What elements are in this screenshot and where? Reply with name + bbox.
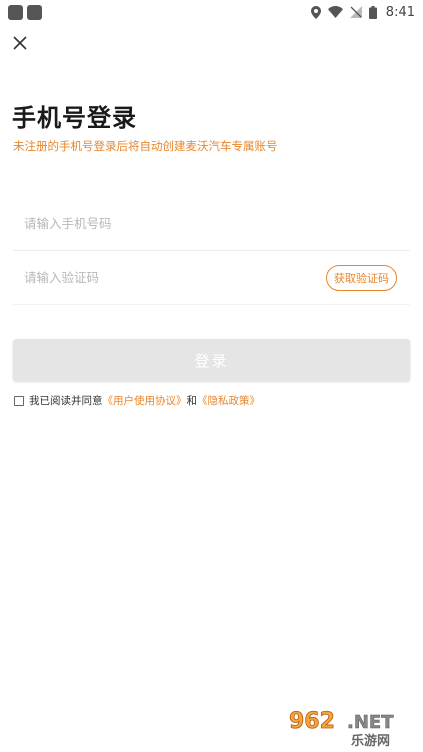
app-notification-icon xyxy=(8,4,23,20)
battery-icon xyxy=(368,5,377,19)
close-button[interactable] xyxy=(10,33,30,53)
code-field: 获取验证码 xyxy=(13,251,410,305)
watermark-logo: 962 .NET 乐游网 xyxy=(285,704,417,749)
login-screen: 8:41 手机号登录 未注册的手机号登录后将自动创建麦沃汽车专属账号 获取验证码… xyxy=(0,0,423,752)
notification-icons xyxy=(8,4,42,20)
agreement-prefix: 我已阅读并同意 xyxy=(29,395,103,407)
agreement-and: 和 xyxy=(186,395,198,407)
agreement-row: 我已阅读并同意 《用户使用协议》 和 《隐私政策》 xyxy=(14,393,260,408)
privacy-link[interactable]: 《隐私政策》 xyxy=(197,393,260,408)
wifi-icon xyxy=(327,6,343,18)
terms-link[interactable]: 《用户使用协议》 xyxy=(103,393,187,408)
phone-input[interactable] xyxy=(13,216,293,231)
app-notification-icon xyxy=(27,4,42,20)
signal-icon xyxy=(349,6,362,18)
status-time: 8:41 xyxy=(385,4,415,20)
svg-text:.NET: .NET xyxy=(347,712,394,733)
location-icon xyxy=(310,5,321,19)
system-icons: 8:41 xyxy=(310,4,415,20)
get-code-button[interactable]: 获取验证码 xyxy=(326,264,397,291)
status-bar: 8:41 xyxy=(0,0,423,24)
verification-code-input[interactable] xyxy=(13,270,293,285)
page-title: 手机号登录 xyxy=(12,104,137,132)
agreement-checkbox[interactable] xyxy=(14,395,24,406)
phone-field xyxy=(13,197,410,251)
page-subtitle: 未注册的手机号登录后将自动创建麦沃汽车专属账号 xyxy=(13,139,278,153)
close-icon xyxy=(13,36,27,50)
svg-text:乐游网: 乐游网 xyxy=(351,733,390,748)
svg-text:962: 962 xyxy=(289,709,335,734)
login-button[interactable]: 登录 xyxy=(13,339,410,381)
